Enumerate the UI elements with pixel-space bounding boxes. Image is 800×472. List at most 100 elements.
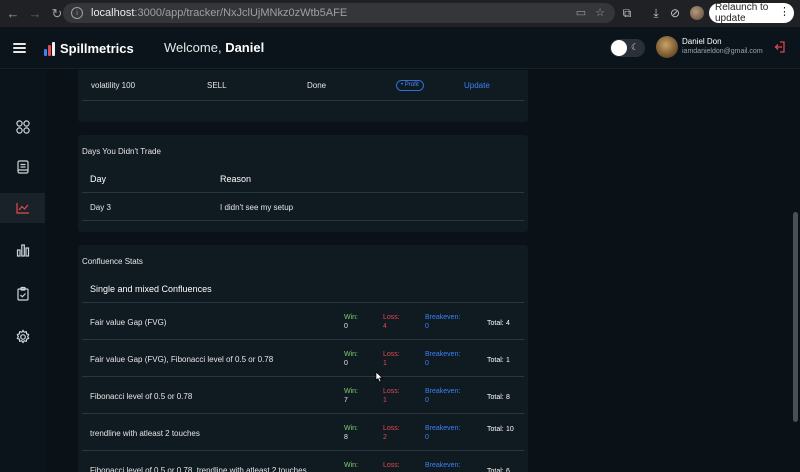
breakeven-value: 0: [425, 397, 429, 404]
loss-label: Loss:: [383, 351, 400, 358]
trade-direction: SELL: [207, 81, 227, 90]
menu-dots-icon[interactable]: ⋮: [779, 5, 790, 18]
column-header-day: Day: [90, 174, 107, 184]
sidebar-item-settings[interactable]: [0, 322, 45, 352]
gear-icon: [16, 329, 29, 344]
win-label: Win:: [344, 314, 358, 321]
confluence-row: Fair value Gap (FVG) Win: 0 Loss: 4 Breakeven…: [82, 303, 524, 340]
trade-pair: volatility 100: [91, 81, 136, 90]
bookmark-star-icon[interactable]: ☆: [594, 7, 606, 19]
total-label: Total:: [487, 394, 504, 401]
forward-icon[interactable]: →: [26, 5, 44, 23]
trade-row: volatility 100 SELL Done • Profit Update: [82, 70, 524, 101]
confluence-name: Fair value Gap (FVG), Fibonacci level of…: [90, 355, 274, 364]
no-trade-reason: I didn't see my setup: [220, 203, 294, 212]
total-label: Total:: [487, 357, 504, 364]
total-stat: Total: 4: [487, 318, 523, 328]
theme-toggle[interactable]: ☾: [610, 39, 645, 57]
win-value: 0: [344, 323, 348, 330]
clipboard-check-icon: [16, 286, 29, 301]
sidebar-item-tracker[interactable]: [0, 193, 45, 223]
confluence-row: Fibonacci level of 0.5 or 0.78, trendlin…: [82, 451, 524, 472]
loss-label: Loss:: [383, 425, 400, 432]
win-label: Win:: [344, 388, 358, 395]
sync-icon[interactable]: ⊘: [668, 6, 682, 20]
total-value: 10: [505, 426, 514, 433]
breakeven-label: Breakeven:: [425, 425, 461, 432]
browser-profile-avatar[interactable]: [690, 6, 704, 20]
hamburger-menu-icon[interactable]: [13, 43, 26, 53]
confluence-row: trendline with atleast 2 touches Win: 8 Los…: [82, 414, 524, 451]
site-info-icon[interactable]: i: [71, 7, 83, 19]
total-stat: Total: 1: [487, 355, 523, 365]
page-scrollbar[interactable]: [793, 212, 798, 422]
win-label: Win:: [344, 462, 358, 469]
total-value: 6: [505, 468, 510, 472]
table-row: Day 3 I didn't see my setup: [82, 193, 524, 221]
url-path: :3000/app/tracker/NxJclUjMNkz0zWtb5AFE: [134, 7, 348, 19]
breakeven-label: Breakeven:: [425, 462, 461, 469]
win-value: 7: [344, 397, 348, 404]
confluence-stats-card: Confluence Stats Single and mixed Conflu…: [78, 245, 528, 472]
sidebar: [0, 70, 45, 472]
brand-logo[interactable]: Spillmetrics: [44, 40, 134, 56]
download-icon[interactable]: ⤓: [649, 6, 663, 20]
no-trade-day: Day 3: [90, 203, 111, 212]
breakeven-label: Breakeven:: [425, 388, 461, 395]
loss-value: 1: [383, 360, 387, 367]
main-content: volatility 100 SELL Done • Profit Update…: [45, 70, 800, 472]
cast-icon[interactable]: ▭: [575, 7, 587, 19]
confluence-name: trendline with atleast 2 touches: [90, 429, 200, 438]
url-host: localhost: [91, 7, 135, 19]
brand-name: Spillmetrics: [60, 41, 134, 56]
relaunch-button[interactable]: Relaunch to update ⋮: [709, 2, 794, 24]
breakeven-label: Breakeven:: [425, 314, 461, 321]
book-icon: [16, 160, 29, 174]
total-stat: Total: 6: [487, 466, 523, 472]
mouse-cursor-icon: [374, 370, 384, 383]
win-value: 0: [344, 360, 348, 367]
breakeven-value: 0: [425, 434, 429, 441]
user-name: Daniel Don: [682, 37, 722, 46]
confluence-row: Fair value Gap (FVG), Fibonacci level of…: [82, 340, 524, 377]
total-value: 1: [505, 357, 510, 364]
welcome-prefix: Welcome,: [164, 40, 222, 55]
extensions-icon[interactable]: ⧉: [620, 6, 634, 20]
back-icon[interactable]: ←: [4, 5, 22, 23]
result-badge: • Profit: [396, 80, 424, 91]
update-link[interactable]: Update: [464, 81, 490, 90]
column-header-reason: Reason: [220, 174, 252, 184]
sidebar-item-dashboard[interactable]: [0, 112, 45, 142]
total-value: 8: [505, 394, 510, 401]
sidebar-item-analytics[interactable]: [0, 235, 45, 265]
bar-chart-icon: [16, 244, 29, 257]
win-label: Win:: [344, 425, 358, 432]
table-header-row: Single and mixed Confluences: [82, 275, 524, 303]
breakeven-label: Breakeven:: [425, 351, 461, 358]
logout-icon[interactable]: [773, 40, 787, 54]
user-email: iamdanieldon@gmail.com: [682, 48, 763, 55]
browser-toolbar: ← → ↻ i localhost:3000/app/tracker/NxJcl…: [0, 0, 800, 27]
win-label: Win:: [344, 351, 358, 358]
confluence-row: Fibonacci level of 0.5 or 0.78 Win: 7 Loss:…: [82, 377, 524, 414]
confluence-name: Fibonacci level of 0.5 or 0.78, trendlin…: [90, 466, 307, 472]
confluence-name: Fibonacci level of 0.5 or 0.78: [90, 392, 193, 401]
trend-chart-icon: [15, 203, 29, 214]
user-avatar[interactable]: [656, 36, 678, 58]
loss-value: 1: [383, 397, 387, 404]
table-header-row: Day Reason: [82, 165, 524, 193]
loss-label: Loss:: [383, 462, 400, 469]
welcome-message: Welcome, Daniel: [164, 40, 264, 55]
total-label: Total:: [487, 426, 504, 433]
sidebar-item-journal[interactable]: [0, 152, 45, 182]
win-value: 8: [344, 434, 348, 441]
grid-icon: [15, 120, 30, 134]
address-bar[interactable]: i localhost:3000/app/tracker/NxJclUjMNkz…: [63, 3, 615, 23]
trade-status: Done: [307, 81, 327, 90]
trades-card: volatility 100 SELL Done • Profit Update: [78, 70, 528, 122]
total-value: 4: [505, 320, 510, 327]
sidebar-item-checklist[interactable]: [0, 279, 45, 309]
total-stat: Total: 10: [487, 424, 523, 434]
breakeven-value: 0: [425, 323, 429, 330]
breakeven-value: 0: [425, 360, 429, 367]
